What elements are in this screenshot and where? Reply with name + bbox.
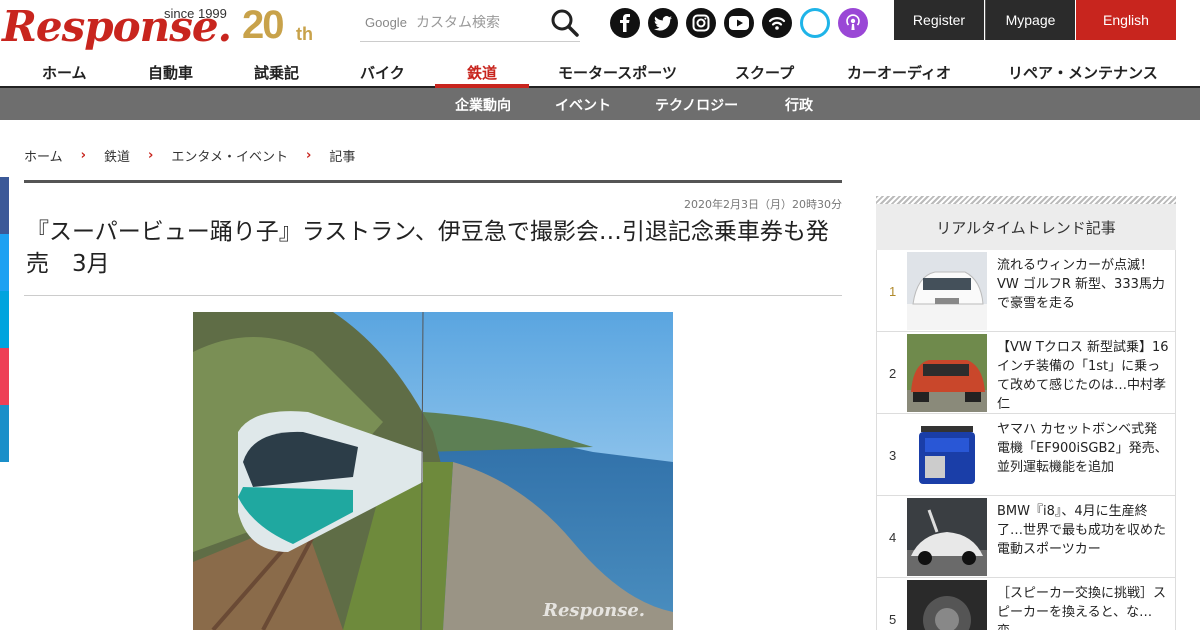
photo-watermark: Response. <box>542 600 645 621</box>
trending-rank: 1 <box>889 284 897 299</box>
breadcrumb-entertainment[interactable]: エンタメ・イベント <box>171 146 288 165</box>
trending-rank: 3 <box>889 448 897 463</box>
nav-item-car-audio[interactable]: カーオーディオ <box>847 62 951 83</box>
nav-item-cars[interactable]: 自動車 <box>148 62 193 83</box>
breadcrumb-home[interactable]: ホーム <box>24 146 63 165</box>
article-photo[interactable]: Response. <box>193 312 673 630</box>
title-divider <box>24 295 842 296</box>
logo-anniversary-suffix: th <box>296 24 313 44</box>
breadcrumb-railway[interactable]: 鉄道 <box>104 146 130 165</box>
breadcrumb: ホーム › 鉄道 › エンタメ・イベント › 記事 <box>24 146 355 165</box>
share-bar <box>0 177 9 462</box>
trending-title: ［スピーカー交換に挑戦］スピーカーを換えると、な…変… <box>997 586 1167 630</box>
subnav-item-events[interactable]: イベント <box>555 95 611 115</box>
site-logo[interactable]: Response. since 1999 20 th <box>0 2 320 51</box>
article-date: 2020年2月3日（月）20時30分 <box>684 198 842 211</box>
youtube-icon[interactable] <box>724 8 754 38</box>
subnav-item-administration[interactable]: 行政 <box>785 95 813 115</box>
nav-item-scoop[interactable]: スクープ <box>735 62 794 83</box>
register-button[interactable]: Register <box>894 0 984 40</box>
facebook-icon[interactable] <box>610 8 640 38</box>
alexa-icon[interactable] <box>800 8 830 38</box>
nav-item-repair[interactable]: リペア・メンテナンス <box>1008 62 1158 83</box>
trending-item[interactable]: 2 【VW Tクロス 新型試乗】16インチ装備の「1st」に乗って改めて感じたの… <box>876 332 1176 414</box>
share-linkedin-button[interactable] <box>0 405 9 462</box>
logo-since: since 1999 <box>164 6 227 21</box>
rss-icon[interactable] <box>762 8 792 38</box>
search-icon[interactable] <box>550 8 580 38</box>
logo-anniversary: 20 <box>242 3 284 47</box>
trending-item[interactable]: 3 ヤマハ カセットボンベ式発電機「EF900iSGB2」発売、並列運転機能を追… <box>876 414 1176 496</box>
trending-thumbnail <box>907 580 987 630</box>
trending-rank: 4 <box>889 530 897 545</box>
chevron-right-icon: › <box>148 148 154 163</box>
english-button[interactable]: English <box>1076 0 1176 40</box>
share-hatena-button[interactable] <box>0 291 9 348</box>
podcast-icon[interactable] <box>838 8 868 38</box>
main-nav: ホーム 自動車 試乗記 バイク 鉄道 モータースポーツ スクープ カーオーディオ… <box>0 56 1200 88</box>
share-twitter-button[interactable] <box>0 234 9 291</box>
twitter-icon[interactable] <box>648 8 678 38</box>
article-top-rule <box>24 180 842 183</box>
nav-item-home[interactable]: ホーム <box>42 62 87 83</box>
breadcrumb-article: 記事 <box>329 150 356 165</box>
trending-thumbnail <box>907 498 987 576</box>
trending-rank: 2 <box>889 366 897 381</box>
site-header: Response. since 1999 20 th Google Regist… <box>0 0 1200 56</box>
nav-item-bikes[interactable]: バイク <box>360 62 405 83</box>
trending-thumbnail <box>907 334 987 412</box>
trending-title: ヤマハ カセットボンベ式発電機「EF900iSGB2」発売、並列運転機能を追加 <box>997 422 1168 475</box>
subnav-item-business[interactable]: 企業動向 <box>455 95 511 115</box>
share-facebook-button[interactable] <box>0 177 9 234</box>
trending-title: 【VW Tクロス 新型試乗】16インチ装備の「1st」に乗って改めて感じたのは…… <box>997 340 1169 412</box>
trending-rank: 5 <box>889 612 897 627</box>
article-title: 『スーパービュー踊り子』ラストラン、伊豆急で撮影会…引退記念乗車券も発売 3月 <box>26 219 829 277</box>
nav-item-railway[interactable]: 鉄道 <box>467 62 497 83</box>
search-box: Google <box>360 4 580 42</box>
trending-title: 流れるウィンカーが点滅！VW ゴルフR 新型、333馬力で豪雪を走る <box>997 258 1165 311</box>
mypage-button[interactable]: Mypage <box>985 0 1075 40</box>
share-pocket-button[interactable] <box>0 348 9 405</box>
trending-title: BMW『i8』、4月に生産終了…世界で最も成功を収めた電動スポーツカー <box>997 504 1167 557</box>
trending-thumbnail <box>907 252 987 330</box>
search-input[interactable] <box>364 12 550 34</box>
trending-item[interactable]: 5 ［スピーカー交換に挑戦］スピーカーを換えると、な…変… <box>876 578 1176 630</box>
sub-nav: 企業動向 イベント テクノロジー 行政 <box>0 88 1200 120</box>
chevron-right-icon: › <box>305 148 312 163</box>
nav-item-motorsports[interactable]: モータースポーツ <box>558 62 677 83</box>
social-links <box>610 8 868 38</box>
subnav-item-technology[interactable]: テクノロジー <box>655 95 738 115</box>
trending-item[interactable]: 1 流れるウィンカーが点滅！VW ゴルフR 新型、333馬力で豪雪を走る <box>876 250 1176 332</box>
trending-thumbnail <box>907 416 987 494</box>
trending-item[interactable]: 4 BMW『i8』、4月に生産終了…世界で最も成功を収めた電動スポーツカー <box>876 496 1176 578</box>
trending-heading: リアルタイムトレンド記事 <box>876 204 1176 250</box>
chevron-right-icon: › <box>80 148 86 163</box>
instagram-icon[interactable] <box>686 8 716 38</box>
nav-item-test-drive[interactable]: 試乗記 <box>254 62 299 83</box>
sidebar-hatch-divider <box>876 196 1176 204</box>
